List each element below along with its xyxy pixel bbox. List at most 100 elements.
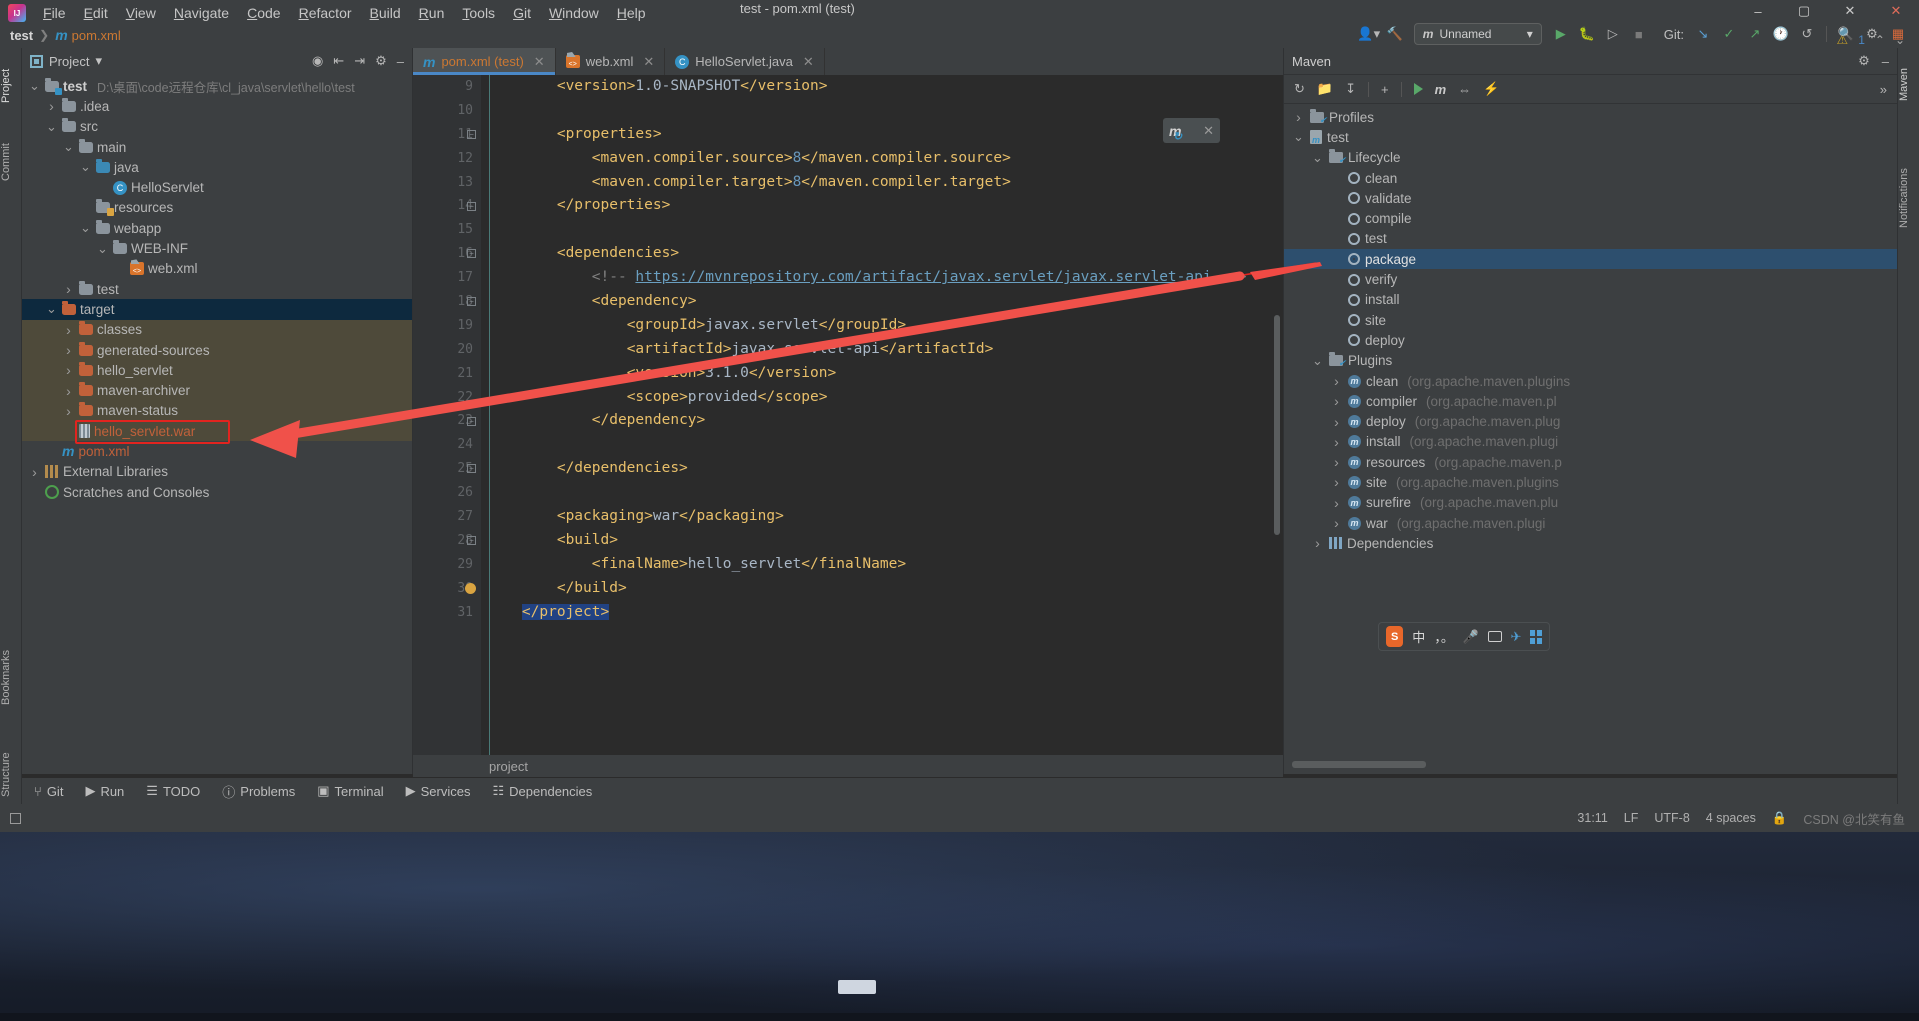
code-fold-toggle-icon[interactable]: − — [467, 129, 476, 139]
execute-maven-goal-icon[interactable]: m — [1435, 82, 1447, 97]
stop-button[interactable]: ■ — [1626, 22, 1652, 46]
maven-tree-item-surefire[interactable]: › m surefire (org.apache.maven.plu — [1284, 493, 1897, 513]
window-minimize-button[interactable]: – — [1735, 0, 1781, 22]
code-content[interactable]: <version>1.0-SNAPSHOT</version> <propert… — [481, 75, 1283, 774]
tree-item-hello-servlet-war[interactable]: hello_servlet.war — [22, 421, 412, 442]
hide-icon[interactable]: – — [1882, 54, 1889, 69]
bottom-tab-problems[interactable]: ⓘ Problems — [222, 782, 295, 801]
code-line[interactable]: <scope>provided</scope> — [487, 386, 1283, 410]
caret-position[interactable]: 31:11 — [1577, 811, 1607, 825]
chevron-down-icon[interactable]: ⌄ — [45, 119, 58, 135]
maven-tree-item-test[interactable]: test — [1284, 229, 1897, 249]
tree-item-scratches-and-consoles[interactable]: Scratches and Consoles — [22, 482, 412, 502]
code-line[interactable]: </dependencies> — [487, 457, 1283, 481]
chevron-right-icon[interactable]: › — [62, 342, 75, 358]
maven-tree-item-verify[interactable]: verify — [1284, 269, 1897, 289]
maven-tree-item-clean[interactable]: › m clean (org.apache.maven.plugins — [1284, 371, 1897, 391]
hide-icon[interactable]: – — [397, 54, 404, 69]
menu-item-refactor[interactable]: Refactor — [290, 3, 361, 23]
editor-tab-HelloServlet.java[interactable]: C HelloServlet.java ✕ — [665, 48, 825, 75]
code-fold-toggle-icon[interactable]: − — [467, 249, 476, 259]
sidebar-item-structure[interactable]: Structure — [0, 738, 22, 812]
tree-item-hello-servlet[interactable]: › hello_servlet — [22, 360, 412, 381]
chevron-down-icon[interactable]: ⌄ — [1292, 129, 1305, 145]
bottom-tab-run[interactable]: ▶ Run — [85, 783, 124, 799]
window-close-icon[interactable]: ✕ — [1873, 0, 1919, 22]
maven-tree-item-resources[interactable]: › m resources (org.apache.maven.p — [1284, 452, 1897, 472]
gear-icon[interactable]: ⚙ — [375, 53, 387, 69]
search-icon[interactable]: 🔍 — [1833, 22, 1859, 46]
code-line[interactable]: <version>3.1.0</version> — [487, 362, 1283, 386]
maven-tree-item-clean[interactable]: clean — [1284, 168, 1897, 188]
tree-item-target[interactable]: ⌄ target — [22, 299, 412, 320]
git-update-icon[interactable]: ↘ — [1690, 22, 1716, 46]
maven-tree-item-deploy[interactable]: › m deploy (org.apache.maven.plug — [1284, 411, 1897, 431]
code-fold-toggle-icon[interactable]: − — [467, 416, 476, 426]
window-maximize-button[interactable]: ▢ — [1781, 0, 1827, 22]
code-line[interactable] — [487, 433, 1283, 457]
menu-item-window[interactable]: Window — [540, 3, 608, 23]
run-icon[interactable] — [1413, 83, 1423, 95]
chevron-right-icon[interactable]: › — [62, 362, 75, 378]
menu-item-code[interactable]: Code — [238, 3, 289, 23]
menu-item-git[interactable]: Git — [504, 3, 540, 23]
tree-item-web-inf[interactable]: ⌄ WEB-INF — [22, 238, 412, 258]
code-fold-toggle-icon[interactable]: − — [467, 536, 476, 546]
file-encoding[interactable]: UTF-8 — [1654, 811, 1689, 825]
git-push-icon[interactable]: ↗ — [1742, 22, 1768, 46]
close-icon[interactable]: ✕ — [643, 54, 654, 70]
memory-indicator-icon[interactable] — [10, 812, 21, 824]
maven-tree-item-site[interactable]: site — [1284, 310, 1897, 330]
maven-tree-item-site[interactable]: › m site (org.apache.maven.plugins — [1284, 472, 1897, 492]
gear-icon[interactable]: ⚙ — [1858, 53, 1870, 69]
tree-item-external-libraries[interactable]: › External Libraries — [22, 462, 412, 482]
code-line[interactable]: <maven.compiler.target>8</maven.compiler… — [487, 171, 1283, 195]
toolbox-icon[interactable]: ✈ — [1511, 629, 1522, 645]
indent-setting[interactable]: 4 spaces — [1706, 811, 1756, 825]
intention-bulb-icon[interactable] — [465, 582, 476, 594]
chevron-right-icon[interactable]: › — [1330, 373, 1343, 389]
chevron-down-icon[interactable]: ⌄ — [79, 220, 92, 236]
ime-punctuation-label[interactable]: ，。 — [1434, 627, 1454, 646]
tree-item-web-xml[interactable]: <> web.xml — [22, 259, 412, 279]
maven-reload-icon[interactable]: m ↻ — [1169, 123, 1182, 143]
code-line[interactable]: <build> — [487, 529, 1283, 553]
add-icon[interactable]: + — [1381, 82, 1389, 97]
panel-icon[interactable] — [1530, 629, 1542, 644]
maven-tree-item-install[interactable]: install — [1284, 290, 1897, 310]
tree-item-maven-status[interactable]: › maven-status — [22, 400, 412, 422]
tree-item-pom-xml[interactable]: m pom.xml — [22, 441, 412, 461]
code-fold-toggle-icon[interactable]: − — [467, 201, 476, 211]
code-fold-toggle-icon[interactable]: − — [467, 464, 476, 474]
maven-tree-item-profiles[interactable]: › ✔ Profiles — [1284, 107, 1897, 127]
menu-item-edit[interactable]: Edit — [75, 3, 117, 23]
menu-item-tools[interactable]: Tools — [453, 3, 504, 23]
bottom-tab-dependencies[interactable]: ☷ Dependencies — [493, 783, 593, 799]
menu-item-file[interactable]: File — [34, 3, 75, 23]
lock-icon[interactable]: 🔒 — [1772, 811, 1788, 826]
tree-item-webapp[interactable]: ⌄ webapp — [22, 218, 412, 238]
chevron-down-icon[interactable]: ⌄ — [45, 301, 58, 317]
maven-reimport-popup[interactable]: m ↻ ✕ — [1163, 118, 1220, 143]
maven-tree-item-lifecycle[interactable]: ⌄ ✔ Lifecycle — [1284, 148, 1897, 168]
tree-item-maven-archiver[interactable]: › maven-archiver — [22, 380, 412, 401]
code-line[interactable]: <maven.compiler.source>8</maven.compiler… — [487, 147, 1283, 171]
ime-mode-label[interactable]: 中 — [1412, 627, 1425, 646]
chevron-right-icon[interactable]: › — [62, 281, 75, 297]
code-line[interactable]: </dependency> — [487, 409, 1283, 433]
chevron-down-icon[interactable]: ⌄ — [28, 78, 41, 94]
code-line[interactable] — [487, 218, 1283, 242]
code-line[interactable] — [487, 481, 1283, 505]
chevron-right-icon[interactable]: › — [1330, 515, 1343, 531]
editor-tab-web.xml[interactable]: <> web.xml ✕ — [556, 48, 666, 75]
sidebar-item-commit[interactable]: Commit — [0, 133, 22, 191]
tree-item-test[interactable]: ⌄ test D:\桌面\code远程仓库\cl_java\servlet\hell… — [22, 76, 412, 96]
close-icon[interactable]: ✕ — [1203, 123, 1214, 139]
sidebar-item-bookmarks[interactable]: Bookmarks — [0, 638, 22, 716]
git-history-icon[interactable]: 🕐 — [1768, 22, 1794, 46]
run-configuration-selector[interactable]: m Unnamed ▾ — [1413, 23, 1542, 45]
code-line[interactable]: <groupId>javax.servlet</groupId> — [487, 314, 1283, 338]
sidebar-item-maven[interactable]: Maven — [1898, 56, 1919, 112]
chevron-right-icon[interactable]: › — [1311, 535, 1324, 551]
chevron-right-icon[interactable]: › — [1330, 393, 1343, 409]
